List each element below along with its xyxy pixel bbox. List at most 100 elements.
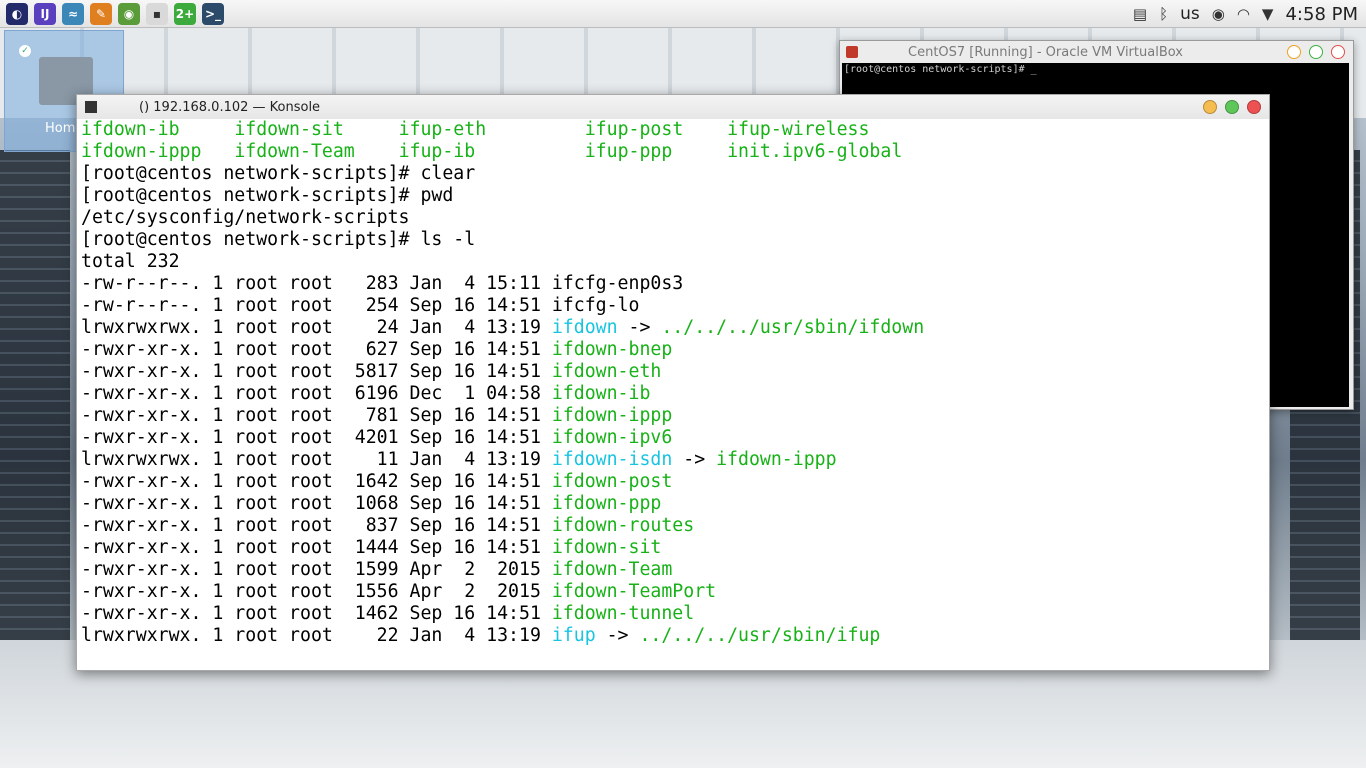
android-studio-icon[interactable]: ◉ [118,2,140,25]
terminal-text: ifdown-ipv6 [551,427,673,448]
terminal-line: -rwxr-xr-x. 1 root root 4201 Sep 16 14:5… [81,427,1265,449]
konsole-window[interactable]: () 192.168.0.102 — Konsole ifdown-ib ifd… [76,94,1270,671]
terminal-text: ifdown-ppp [551,493,662,514]
terminal-text: lrwxrwxrwx. 1 root root 22 Jan 4 13:19 [81,625,552,646]
terminal-text: ifdown-TeamPort [551,581,717,602]
clock[interactable]: 4:58 PM [1285,4,1358,25]
terminal-text: ifup-eth [398,119,585,140]
terminal-text: ifdown-tunnel [551,603,695,624]
terminal-text: ifdown-sit [551,537,662,558]
intellij-icon[interactable]: IJ [34,2,56,25]
terminal-line: -rwxr-xr-x. 1 root root 1444 Sep 16 14:5… [81,537,1265,559]
dropdown-arrow-icon[interactable]: ▼ [1262,5,1274,23]
terminal-line: -rwxr-xr-x. 1 root root 781 Sep 16 14:51… [81,405,1265,427]
network-tool-icon[interactable]: ≈ [62,2,84,25]
terminal-line: lrwxrwxrwx. 1 root root 22 Jan 4 13:19 i… [81,625,1265,647]
terminal-text: ifdown-bnep [551,339,673,360]
terminal-line: -rwxr-xr-x. 1 root root 5817 Sep 16 14:5… [81,361,1265,383]
terminal-line: lrwxrwxrwx. 1 root root 11 Jan 4 13:19 i… [81,449,1265,471]
konsole-icon [85,101,97,113]
terminal-text: ifup-ppp [584,141,728,162]
terminal-text: ifup-post [584,119,728,140]
terminal-text: ifcfg-enp0s3 [551,273,684,294]
terminal-text: -rwxr-xr-x. 1 root root 781 Sep 16 14:51 [81,405,552,426]
gimp-icon[interactable]: ✎ [90,2,112,25]
terminal-text: total 232 [81,251,180,272]
keyboard-layout[interactable]: us [1180,4,1200,24]
terminal-text: -rwxr-xr-x. 1 root root 1556 Apr 2 2015 [81,581,552,602]
terminal-output[interactable]: ifdown-ib ifdown-sit ifup-eth ifup-post … [81,119,1265,670]
terminal-text: ifdown [551,317,618,338]
window-title: () 192.168.0.102 — Konsole [139,99,321,115]
terminal-text: [root@centos network-scripts]# ls -l [81,229,476,250]
terminal-text: ifdown-Team [551,559,673,580]
terminal-text: lrwxrwxrwx. 1 root root 11 Jan 4 13:19 [81,449,552,470]
terminal-text: [root@centos network-scripts]# clear [81,163,476,184]
terminal-line: -rwxr-xr-x. 1 root root 837 Sep 16 14:51… [81,515,1265,537]
minimize-button[interactable] [1203,100,1217,114]
terminal-text: ifcfg-lo [551,295,640,316]
terminal-text: ../../../usr/sbin/ifdown [661,317,925,338]
terminal-line: [root@centos network-scripts]# pwd [81,185,1265,207]
terminal-text: [root@centos network-scripts]# pwd [81,185,454,206]
terminal-line: -rw-r--r--. 1 root root 254 Sep 16 14:51… [81,295,1265,317]
app-menu-icon[interactable]: ◐ [6,2,28,25]
terminal-text: -> [595,625,640,646]
terminal-line: -rwxr-xr-x. 1 root root 1556 Apr 2 2015 … [81,581,1265,603]
terminal-text: ifdown-ippp [716,449,837,470]
terminal-text: ifdown-post [551,471,673,492]
terminal-text: -rwxr-xr-x. 1 root root 1642 Sep 16 14:5… [81,471,552,492]
terminal-line: lrwxrwxrwx. 1 root root 24 Jan 4 13:19 i… [81,317,1265,339]
terminal-text: -rwxr-xr-x. 1 root root 6196 Dec 1 04:58 [81,383,552,404]
maximize-button[interactable] [1225,100,1239,114]
terminal-text: ifdown-ippp [81,141,235,162]
window-titlebar[interactable]: () 192.168.0.102 — Konsole [77,95,1269,119]
terminal-text: -rwxr-xr-x. 1 root root 5817 Sep 16 14:5… [81,361,552,382]
terminal-text: ../../../usr/sbin/ifup [639,625,881,646]
terminal-line: [root@centos network-scripts]# ls -l [81,229,1265,251]
close-button[interactable] [1331,45,1345,59]
terminal-text: -rwxr-xr-x. 1 root root 627 Sep 16 14:51 [81,339,552,360]
terminal-line: /etc/sysconfig/network-scripts [81,207,1265,229]
terminal-text: -rwxr-xr-x. 1 root root 1068 Sep 16 14:5… [81,493,552,514]
minimize-button[interactable] [1287,45,1301,59]
terminal-line: ifdown-ib ifdown-sit ifup-eth ifup-post … [81,119,1265,141]
terminal-text: -rwxr-xr-x. 1 root root 1462 Sep 16 14:5… [81,603,552,624]
system-tray: ▤ ᛒ us ◉ ◠ ▼ 4:58 PM [1133,0,1358,28]
terminal-icon[interactable]: >_ [202,2,224,25]
photo-viewer-icon[interactable]: ▪ [146,2,168,25]
wifi-icon[interactable]: ◠ [1237,5,1250,23]
terminal-line: -rwxr-xr-x. 1 root root 1462 Sep 16 14:5… [81,603,1265,625]
virtualbox-icon [846,46,858,58]
terminal-line: -rwxr-xr-x. 1 root root 1599 Apr 2 2015 … [81,559,1265,581]
terminal-text: lrwxrwxrwx. 1 root root 24 Jan 4 13:19 [81,317,552,338]
bluetooth-icon[interactable]: ᛒ [1159,5,1168,23]
terminal-text: ifdown-sit [234,119,399,140]
terminal-text: /etc/sysconfig/network-scripts [81,207,410,228]
terminal-text: -rwxr-xr-x. 1 root root 1599 Apr 2 2015 [81,559,552,580]
terminal-text: -rw-r--r--. 1 root root 254 Sep 16 14:51 [81,295,552,316]
desktop-wallpaper-rack [0,150,70,670]
window-title: CentOS7 [Running] - Oracle VM VirtualBox [908,44,1183,60]
terminal-text: ifup [551,625,596,646]
window-titlebar[interactable]: CentOS7 [Running] - Oracle VM VirtualBox [840,41,1353,63]
chat-app-icon[interactable]: 2+ [174,2,196,25]
terminal-line: -rwxr-xr-x. 1 root root 1642 Sep 16 14:5… [81,471,1265,493]
launcher-bar: ◐ IJ ≈ ✎ ◉ ▪ 2+ >_ [6,2,224,25]
clipboard-icon[interactable]: ▤ [1133,5,1147,23]
terminal-text: ifup-ib [398,141,585,162]
terminal-line: -rw-r--r--. 1 root root 283 Jan 4 15:11 … [81,273,1265,295]
maximize-button[interactable] [1309,45,1323,59]
record-icon[interactable]: ◉ [1212,5,1225,23]
terminal-text: ifdown-isdn [551,449,673,470]
desktop-icon-label: Hom [45,121,76,136]
terminal-line: [root@centos network-scripts]# clear [81,163,1265,185]
terminal-text: ifdown-ib [81,119,235,140]
terminal-line: -rwxr-xr-x. 1 root root 1068 Sep 16 14:5… [81,493,1265,515]
terminal-text: -rw-r--r--. 1 root root 283 Jan 4 15:11 [81,273,552,294]
close-button[interactable] [1247,100,1261,114]
terminal-text: ifdown-ippp [551,405,673,426]
terminal-line: ifdown-ippp ifdown-Team ifup-ib ifup-ppp… [81,141,1265,163]
terminal-line: -rwxr-xr-x. 1 root root 627 Sep 16 14:51… [81,339,1265,361]
terminal-text: -> [672,449,717,470]
